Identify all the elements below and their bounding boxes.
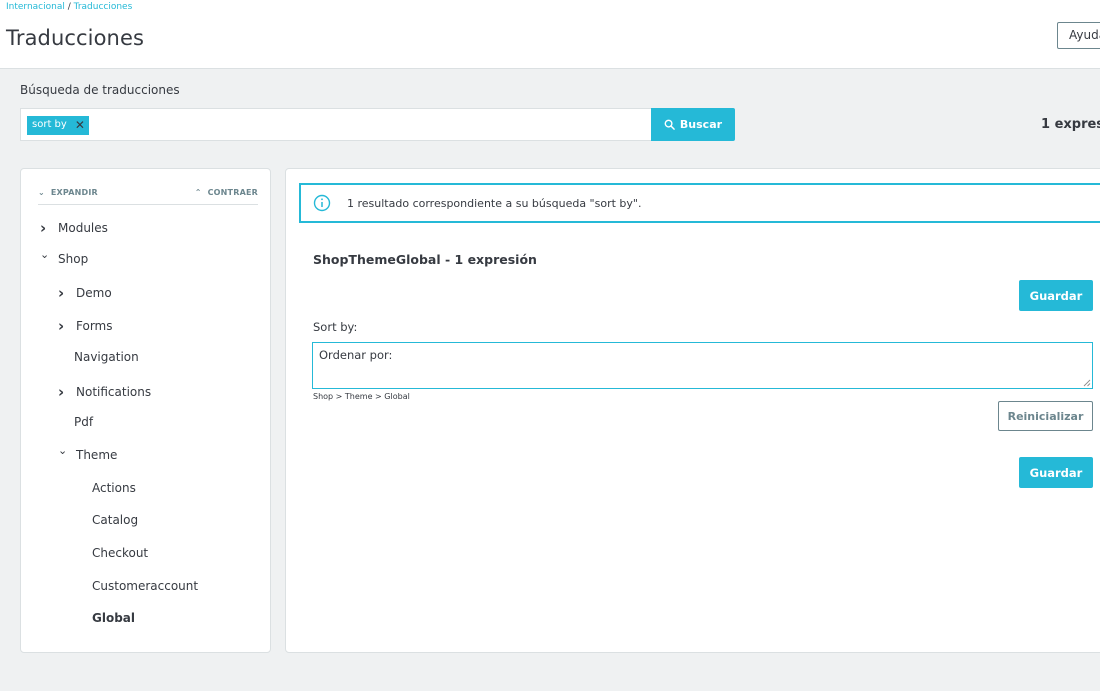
tree-item-label: Pdf <box>74 415 94 430</box>
tree-item-label: Global <box>92 611 136 626</box>
resize-handle-icon[interactable] <box>1082 378 1091 387</box>
chevron-right-icon: › <box>40 219 47 237</box>
tree-item-navigation[interactable]: Navigation <box>74 350 139 364</box>
tree-item-demo[interactable]: › Demo <box>58 284 112 302</box>
tree-item-label: Shop <box>58 251 89 266</box>
chevron-right-icon: › <box>58 382 65 401</box>
expand-all-button[interactable]: ⌄ EXPANDIR <box>38 188 98 197</box>
chevron-down-icon: ⌄ <box>40 248 50 262</box>
reset-button[interactable]: Reinicializar <box>998 401 1093 431</box>
chevron-right-icon: › <box>58 284 65 303</box>
tree-item-customeraccount[interactable]: Customeraccount <box>92 579 198 593</box>
tree-item-global[interactable]: Global <box>92 611 135 625</box>
chevron-up-icon: ⌃ <box>194 188 202 197</box>
tree-item-label: Forms <box>76 319 113 334</box>
tree-item-label: Demo <box>76 286 112 301</box>
tree-item-checkout[interactable]: Checkout <box>92 546 148 560</box>
breadcrumb: Internacional / Traducciones <box>6 2 132 12</box>
breadcrumb-separator: / <box>64 2 74 12</box>
tree-item-shop[interactable]: ⌄ Shop <box>40 248 89 266</box>
tree-item-notifications[interactable]: › Notifications <box>58 383 151 401</box>
search-button-label: Buscar <box>679 118 723 131</box>
save-button-top[interactable]: Guardar <box>1019 280 1093 311</box>
tree-item-actions[interactable]: Actions <box>92 481 136 495</box>
chevron-right-icon: › <box>58 317 65 336</box>
close-icon[interactable]: ✕ <box>75 119 85 131</box>
tree-item-label: Theme <box>76 447 118 462</box>
search-icon <box>664 119 675 130</box>
tree-item-pdf[interactable]: Pdf <box>74 415 93 429</box>
chevron-down-icon: ⌄ <box>58 444 68 458</box>
search-tag: sort by ✕ <box>27 116 89 135</box>
tree-item-label: Catalog <box>92 513 139 528</box>
domain-title: ShopThemeGlobal - 1 expresión <box>313 252 537 267</box>
tree-item-label: Customeraccount <box>92 578 199 593</box>
info-icon <box>313 194 331 212</box>
help-button[interactable]: Ayuda <box>1057 22 1100 49</box>
collapse-all-button[interactable]: ⌃ CONTRAER <box>195 188 258 197</box>
tree-item-label: Checkout <box>92 546 149 560</box>
search-button[interactable]: Buscar <box>651 108 735 141</box>
translation-panel: 1 resultado correspondiente a su búsqued… <box>285 168 1100 653</box>
tree-item-modules[interactable]: › Modules <box>40 219 108 237</box>
tree-item-catalog[interactable]: Catalog <box>92 513 138 527</box>
chevron-down-icon: ⌄ <box>38 188 45 197</box>
tree-item-label: Notifications <box>76 384 152 399</box>
tree-controls: ⌄ EXPANDIR ⌃ CONTRAER <box>38 188 258 205</box>
search-tag-label: sort by <box>32 119 67 130</box>
page-header: Internacional / Traducciones Traduccione… <box>0 0 1100 69</box>
source-label: Sort by: <box>313 320 358 334</box>
translation-path: Shop > Theme > Global <box>313 392 410 401</box>
tree-item-forms[interactable]: › Forms <box>58 317 112 335</box>
tree-item-label: Actions <box>92 480 136 495</box>
breadcrumb-link-traducciones[interactable]: Traducciones <box>74 2 133 12</box>
alert-text: 1 resultado correspondiente a su búsqued… <box>347 196 642 210</box>
search-label: Búsqueda de traducciones <box>20 83 180 97</box>
search-input[interactable]: sort by ✕ <box>20 108 651 141</box>
translation-tree: ⌄ EXPANDIR ⌃ CONTRAER › Modules ⌄ Shop › Demo… <box>20 168 271 653</box>
tree-item-theme[interactable]: ⌄ Theme <box>58 444 118 462</box>
save-button-bottom[interactable]: Guardar <box>1019 457 1093 488</box>
result-count: 1 expresión <box>1041 117 1100 132</box>
tree-item-label: Modules <box>58 221 108 235</box>
info-alert: 1 resultado correspondiente a su búsqued… <box>299 183 1100 223</box>
tree-item-label: Navigation <box>74 349 139 364</box>
translation-textarea[interactable]: Ordenar por: <box>312 342 1093 389</box>
page-title: Traducciones <box>6 26 145 50</box>
breadcrumb-link-internacional[interactable]: Internacional <box>6 2 65 12</box>
